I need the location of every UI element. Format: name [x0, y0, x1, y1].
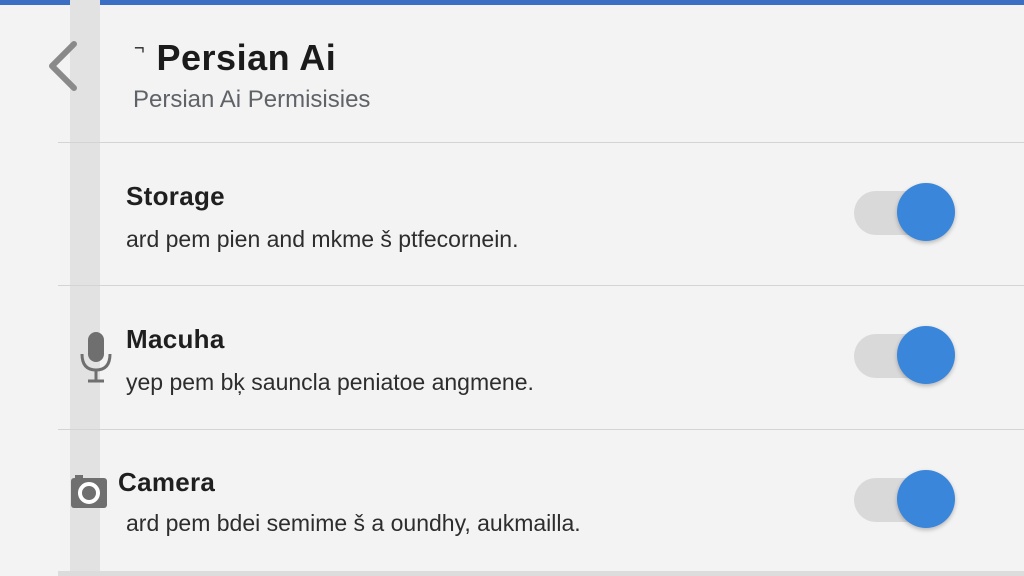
permission-title: Macuha — [126, 324, 225, 354]
permission-row-macuha: Macuha yep pem bķ sauncla peniatoe angm… — [58, 286, 1024, 428]
storage-toggle[interactable] — [854, 183, 958, 243]
camera-toggle[interactable] — [854, 470, 958, 530]
permission-title: Storage — [126, 181, 225, 211]
page-header: ¬ Persian Ai — [134, 36, 336, 80]
toggle-thumb — [897, 326, 955, 384]
bottom-divider — [58, 571, 1024, 576]
microphone-icon — [80, 332, 112, 383]
page-title: Persian Ai — [156, 37, 337, 78]
toggle-thumb — [897, 183, 955, 241]
permission-description: ard pem bdei semime š a oundhy, aukmaill… — [126, 510, 581, 536]
permission-description: ard pem pien and mkme š ptfecornein. — [126, 226, 519, 252]
permission-description: yep pem bķ sauncla peniatoe angmene. — [126, 369, 534, 395]
top-accent-bar — [0, 0, 1024, 5]
toggle-thumb — [897, 470, 955, 528]
back-button[interactable] — [44, 40, 88, 92]
camera-icon — [71, 475, 107, 508]
chevron-left-icon — [49, 41, 77, 91]
title-mark: ¬ — [134, 38, 145, 58]
permission-row-camera: Camera ard pem bdei semime š a oundhy, a… — [58, 430, 1024, 572]
permission-title: Camera — [118, 467, 216, 497]
page-subtitle: Persian Ai Permisisies — [133, 86, 371, 113]
macuha-toggle[interactable] — [854, 326, 958, 386]
permission-row-storage: Storage ard pem pien and mkme š ptfecorn… — [58, 143, 1024, 285]
